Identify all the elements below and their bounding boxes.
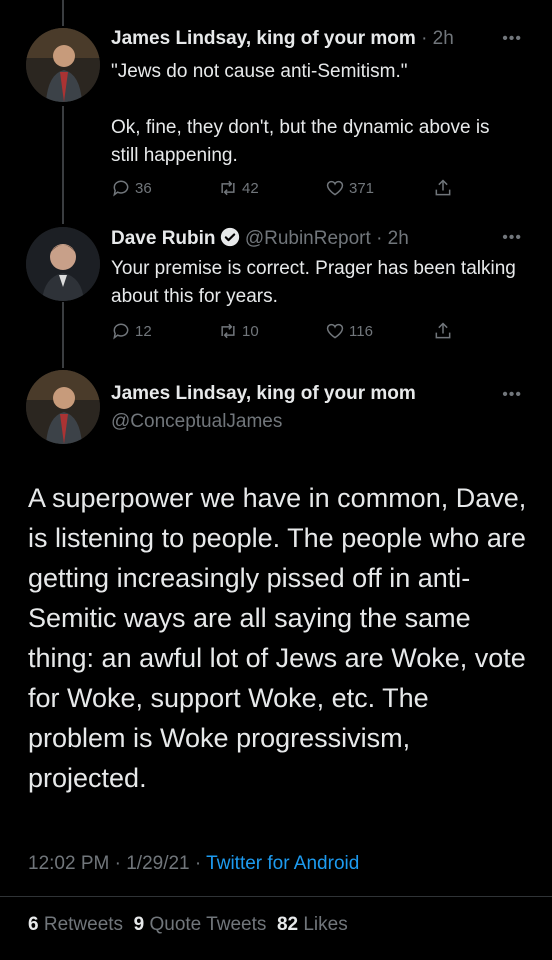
heart-icon: [326, 180, 344, 196]
reply-tweet-2[interactable]: Dave Rubin @RubinReport · 2h ••• Your pr…: [0, 215, 552, 365]
reply-button[interactable]: 12: [111, 321, 152, 341]
retweets-stat[interactable]: 6 Retweets: [28, 914, 123, 935]
separator: ·: [376, 228, 383, 249]
tweet-header: Dave Rubin @RubinReport · 2h: [111, 227, 409, 250]
quote-tweets-stat[interactable]: 9 Quote Tweets: [134, 914, 267, 935]
tweet-header: James Lindsay, king of your mom · 2h: [111, 28, 454, 50]
share-button[interactable]: [433, 321, 453, 341]
likes-label: Likes: [303, 914, 348, 935]
share-button[interactable]: [433, 178, 453, 198]
like-count: 371: [349, 179, 375, 197]
reply-icon: [113, 180, 129, 197]
reply-button[interactable]: 36: [111, 178, 152, 198]
source-link[interactable]: Twitter for Android: [206, 853, 359, 874]
author-name[interactable]: Dave Rubin: [111, 228, 216, 249]
author-handle[interactable]: @RubinReport: [245, 228, 371, 249]
share-icon: [435, 322, 451, 339]
quotes-label: Quote Tweets: [149, 914, 267, 935]
retweet-icon: [221, 180, 235, 196]
reply-count: 12: [135, 322, 152, 340]
more-options-icon[interactable]: •••: [502, 386, 522, 404]
avatar[interactable]: [26, 227, 100, 301]
avatar[interactable]: [26, 370, 100, 444]
more-options-icon[interactable]: •••: [502, 30, 522, 48]
reply-tweet-1[interactable]: James Lindsay, king of your mom · 2h •••…: [0, 0, 552, 215]
reply-icon: [113, 323, 129, 340]
main-tweet-text: A superpower we have in common, Dave, is…: [28, 483, 527, 793]
author-handle[interactable]: @ConceptualJames: [111, 411, 282, 433]
share-icon: [435, 179, 451, 196]
tweet-time[interactable]: 2h: [388, 228, 409, 249]
like-count: 116: [349, 322, 373, 340]
separator: ·: [421, 28, 428, 49]
likes-count: 82: [276, 914, 299, 935]
like-button[interactable]: 116: [325, 321, 373, 341]
retweets-count: 6: [28, 914, 39, 935]
author-name[interactable]: James Lindsay, king of your mom: [111, 28, 416, 49]
quotes-count: 9: [133, 914, 145, 935]
divider: [0, 896, 552, 897]
like-button[interactable]: 371: [325, 178, 374, 198]
tweet-text: Your premise is correct. Prager has been…: [111, 258, 522, 307]
retweet-count: 10: [242, 322, 259, 340]
reply-count: 36: [135, 179, 152, 197]
retweet-count: 42: [242, 179, 259, 197]
heart-icon: [326, 323, 344, 339]
tweet-actions: 36 42 371: [111, 176, 471, 200]
retweets-label: Retweets: [43, 914, 124, 935]
likes-stat[interactable]: 82 Likes: [277, 914, 348, 935]
tweet-timestamp: 12:02 PM · 1/29/21 · Twitter for Android: [28, 853, 359, 875]
tweet-text: "Jews do not cause anti-Semitism." Ok, f…: [111, 61, 490, 166]
avatar[interactable]: [26, 28, 100, 102]
tweet-time[interactable]: 2h: [433, 28, 454, 49]
retweet-button[interactable]: 42: [218, 178, 259, 198]
tweet-actions: 12 10 116: [111, 319, 471, 343]
tweet-time[interactable]: 12:02 PM: [28, 853, 109, 874]
author-name[interactable]: James Lindsay, king of your mom: [111, 383, 416, 405]
separator: ·: [194, 853, 202, 874]
verified-badge-icon: [220, 227, 239, 247]
retweet-icon: [221, 323, 235, 339]
tweet-date[interactable]: 1/29/21: [126, 853, 189, 874]
engagement-stats: 6 Retweets 9 Quote Tweets 82 Likes: [28, 914, 348, 936]
separator: ·: [114, 853, 121, 874]
retweet-button[interactable]: 10: [218, 321, 259, 341]
more-options-icon[interactable]: •••: [502, 229, 522, 247]
